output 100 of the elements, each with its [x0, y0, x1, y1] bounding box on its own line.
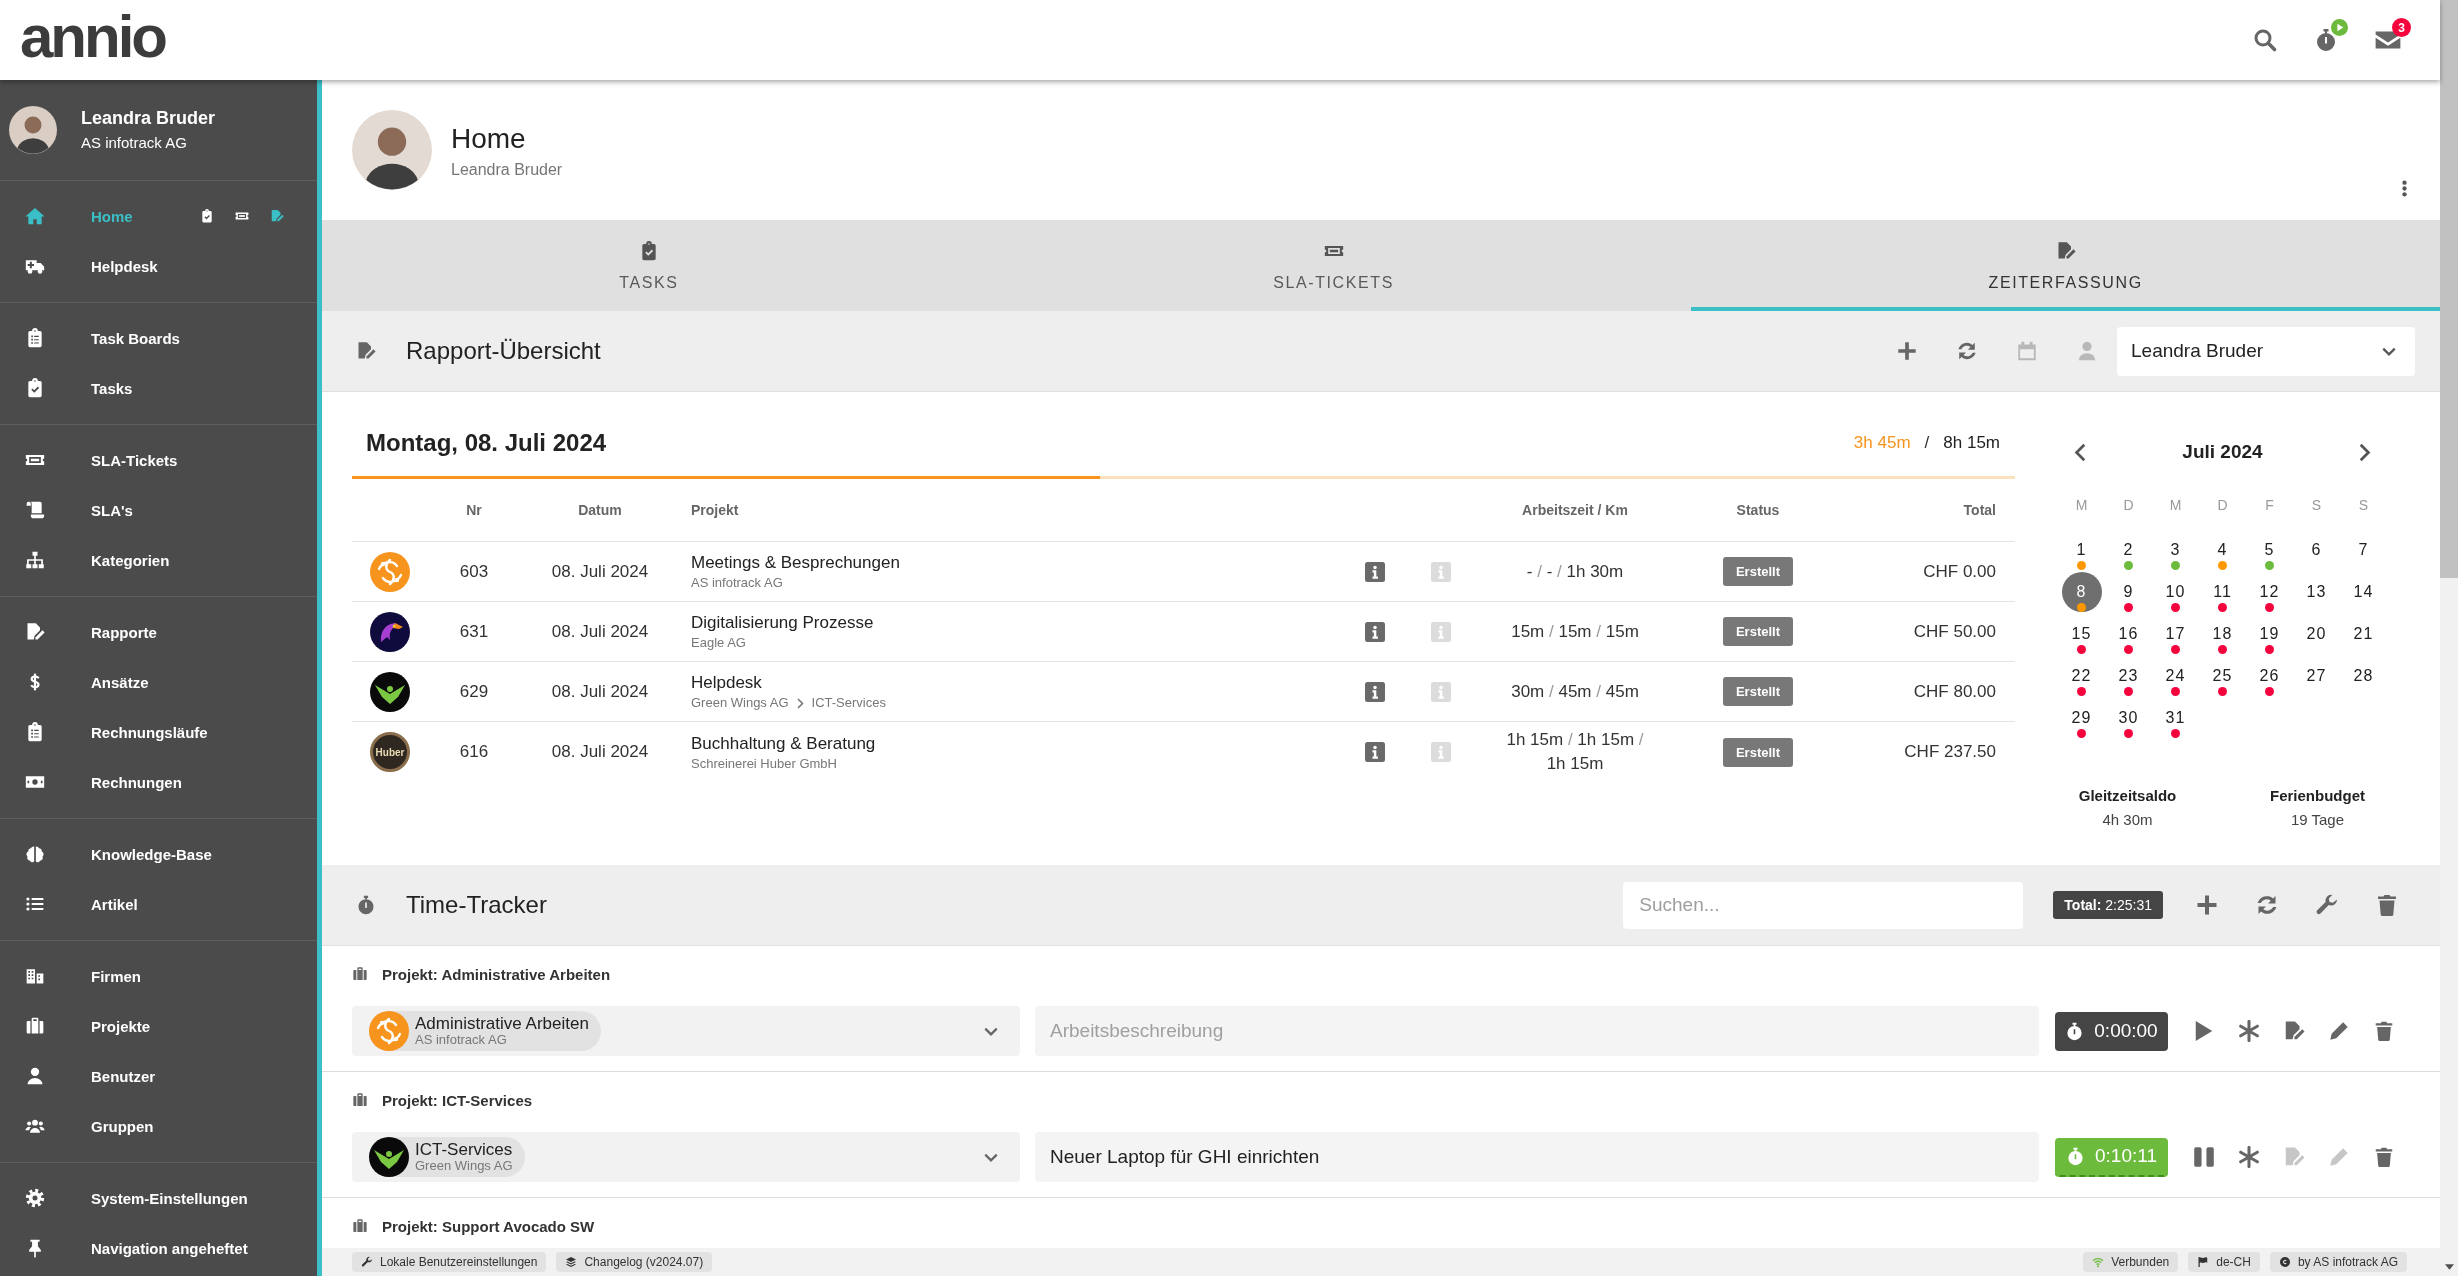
nav-item[interactable]: Projekte	[25, 1016, 151, 1036]
calendar-day[interactable]: 10	[2165, 582, 2186, 612]
calendar-day[interactable]: 7	[2358, 540, 2369, 560]
calendar-day[interactable]: 28	[2353, 666, 2374, 686]
table-cell: 08. Juli 2024	[551, 621, 649, 642]
calendar-day[interactable]: 13	[2306, 582, 2327, 602]
trash-icon[interactable]	[2373, 1020, 2395, 1042]
calendar-day[interactable]: 16	[2118, 624, 2139, 654]
language-button[interactable]: de-CH	[2188, 1252, 2260, 1272]
calendar-day[interactable]: 31	[2165, 708, 2186, 738]
timer-button[interactable]: 0:00:00	[2055, 1011, 2168, 1051]
pencil-icon[interactable]	[2328, 1020, 2350, 1042]
nav-item[interactable]: SLA-Tickets	[25, 450, 178, 470]
info-icon[interactable]	[1365, 742, 1385, 762]
nav-item[interactable]: Navigation angeheftet	[25, 1238, 248, 1258]
nav-item[interactable]: Helpdesk	[25, 256, 158, 276]
user-select[interactable]: Leandra Bruder	[2117, 326, 2415, 376]
calendar-day[interactable]: 5	[2264, 540, 2275, 570]
nav-item[interactable]: Rechnungsläufe	[25, 722, 208, 742]
table-cell: CHF 237.50	[1904, 742, 1996, 762]
project-select[interactable]: ICT-Services Green Wings AG	[352, 1132, 1020, 1182]
stopwatch-icon[interactable]	[2314, 28, 2338, 52]
project-select[interactable]: Administrative Arbeiten AS infotrack AG	[352, 1006, 1020, 1056]
chevron-left-icon[interactable]	[2074, 442, 2086, 462]
trash-icon[interactable]	[2373, 1146, 2395, 1168]
pause-icon[interactable]	[2193, 1146, 2215, 1168]
calendar-day[interactable]: 1	[2076, 540, 2087, 570]
calendar-day[interactable]: 3	[2170, 540, 2181, 570]
refresh-icon[interactable]	[1956, 340, 1978, 362]
nav-item[interactable]: System-Einstellungen	[25, 1188, 248, 1208]
client-name: AS infotrack AG	[691, 575, 783, 591]
asterisk-icon[interactable]	[2238, 1020, 2260, 1042]
calendar-day[interactable]: 24	[2165, 666, 2186, 696]
calendar-day[interactable]: 2	[2123, 540, 2134, 570]
calendar-day[interactable]: 15	[2071, 624, 2092, 654]
kebab-menu-icon[interactable]	[2402, 180, 2407, 197]
nav-item[interactable]: Benutzer	[25, 1066, 156, 1086]
document-pen-icon[interactable]	[2283, 1020, 2305, 1042]
worked-time: 3h 45m	[1853, 433, 1911, 453]
info-icon[interactable]	[1365, 681, 1385, 702]
tab[interactable]: SLA-TICKETS	[975, 220, 1692, 311]
avatar-icon	[352, 110, 432, 190]
nav-item[interactable]: Gruppen	[25, 1116, 154, 1136]
plus-icon[interactable]	[1896, 340, 1918, 362]
nav-item[interactable]: Knowledge-Base	[25, 844, 212, 864]
calendar-day[interactable]: 29	[2071, 708, 2092, 738]
info-icon[interactable]	[1365, 621, 1385, 642]
calendar-day[interactable]: 30	[2118, 708, 2139, 738]
nav-item[interactable]: Kategorien	[25, 550, 170, 570]
calendar-day[interactable]: 6	[2311, 540, 2322, 560]
info-icon	[1431, 742, 1451, 762]
trash-icon[interactable]	[2375, 893, 2399, 917]
nav-item[interactable]: Firmen	[25, 966, 141, 986]
asterisk-icon[interactable]	[2238, 1146, 2260, 1168]
nav-item[interactable]: Task Boards	[25, 328, 180, 348]
caret-down-icon[interactable]	[2444, 1264, 2454, 1270]
wrench-icon[interactable]	[2315, 893, 2339, 917]
calendar-day[interactable]: 9	[2123, 582, 2134, 612]
calendar-day[interactable]: 25	[2212, 666, 2233, 696]
calendar-day[interactable]: 4	[2217, 540, 2228, 570]
nav-item[interactable]: Rapporte	[25, 622, 157, 642]
logo[interactable]: annio	[20, 7, 165, 67]
chevron-right-icon[interactable]	[2359, 442, 2371, 462]
nav-item[interactable]: Artikel	[25, 894, 138, 914]
nav-item[interactable]: Rechnungen	[25, 772, 182, 792]
refresh-icon[interactable]	[2255, 893, 2279, 917]
nav-item[interactable]: Ansätze	[25, 672, 149, 692]
pencil-icon	[2328, 1146, 2350, 1168]
clipboard-check-icon[interactable]	[200, 209, 214, 223]
nav-item[interactable]: Home	[25, 206, 133, 226]
search-field[interactable]: Suchen...	[1623, 881, 2024, 929]
calendar-day[interactable]: 12	[2259, 582, 2280, 612]
calendar-day[interactable]: 14	[2353, 582, 2374, 602]
description-field[interactable]: Neuer Laptop für GHI einrichten	[1035, 1132, 2039, 1182]
user-icon	[25, 1066, 45, 1086]
nav-item[interactable]: SLA's	[25, 500, 133, 520]
description-field[interactable]: Arbeitsbeschreibung	[1035, 1006, 2039, 1056]
target-time: 8h 15m	[1943, 433, 2000, 453]
document-pen-icon[interactable]	[270, 209, 284, 223]
envelope-icon[interactable]	[2375, 31, 2401, 49]
scrollbar-thumb[interactable]	[2440, 0, 2458, 578]
calendar-day[interactable]: 23	[2118, 666, 2139, 696]
calendar-day[interactable]: 26	[2259, 666, 2280, 696]
calendar-day[interactable]: 8	[2061, 572, 2102, 612]
calendar-day[interactable]: 19	[2259, 624, 2280, 654]
info-icon[interactable]	[1365, 561, 1385, 582]
calendar-day[interactable]: 17	[2165, 624, 2186, 654]
nav-item[interactable]: Tasks	[25, 378, 133, 398]
settings-link[interactable]: Lokale Benutzereinstellungen	[352, 1252, 547, 1272]
search-icon[interactable]	[2253, 28, 2277, 52]
calendar-day[interactable]: 21	[2353, 624, 2374, 644]
changelog-link[interactable]: Changelog (v2024.07)	[556, 1252, 713, 1272]
calendar-day[interactable]: 11	[2213, 582, 2232, 612]
calendar-day[interactable]: 18	[2212, 624, 2233, 654]
calendar-day[interactable]: 22	[2071, 666, 2092, 696]
plus-icon[interactable]	[2195, 893, 2219, 917]
tab[interactable]: TASKS	[322, 220, 976, 311]
credits-link[interactable]: by AS infotrack AG	[2269, 1252, 2407, 1272]
calendar-day[interactable]: 20	[2306, 624, 2327, 644]
calendar-day[interactable]: 27	[2306, 666, 2327, 686]
